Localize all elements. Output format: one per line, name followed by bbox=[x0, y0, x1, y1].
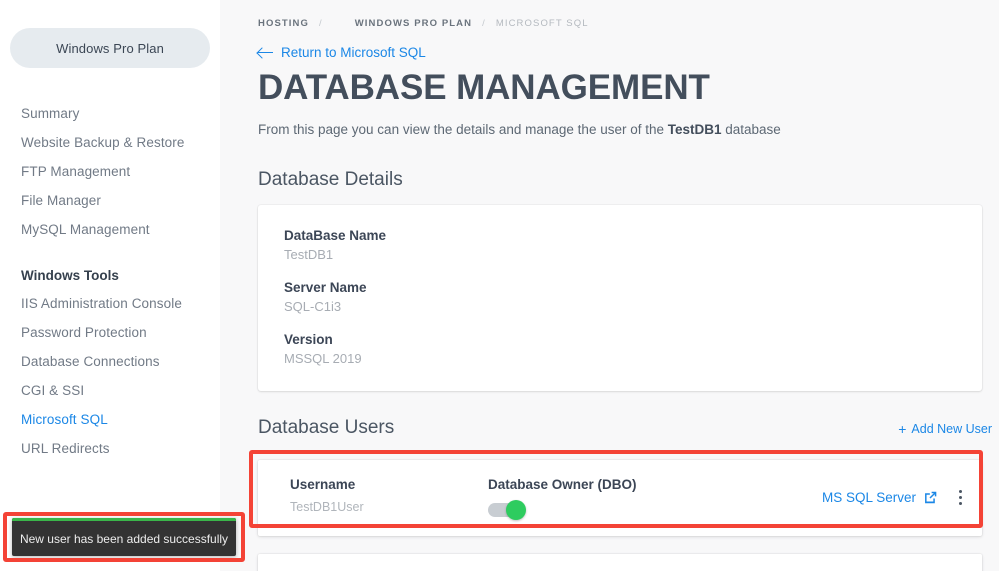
breadcrumb-item-microsoft-sql: MICROSOFT SQL bbox=[495, 18, 589, 29]
database-details-card: DataBase Name TestDB1 Server Name SQL-C1… bbox=[258, 204, 982, 391]
user-row-dbo-cell: Database Owner (DBO) bbox=[488, 476, 738, 521]
plus-icon: + bbox=[898, 420, 907, 437]
page-description-prefix: From this page you can view the details … bbox=[258, 122, 668, 138]
database-users-heading: Database Users bbox=[258, 416, 395, 438]
sidebar-item-label: Microsoft SQL bbox=[21, 412, 108, 427]
sidebar-group-windows-tools: Windows Tools bbox=[0, 261, 220, 289]
sidebar-nav: Summary Website Backup & Restore FTP Man… bbox=[0, 99, 220, 463]
user-row-actions: MS SQL Server bbox=[822, 460, 982, 536]
detail-value: TestDB1 bbox=[284, 246, 334, 262]
sidebar-item-label: URL Redirects bbox=[21, 441, 110, 456]
app-root: Windows Pro Plan Summary Website Backup … bbox=[0, 0, 999, 571]
sidebar-group-label: Windows Tools bbox=[21, 267, 119, 283]
sidebar-item-summary[interactable]: Summary bbox=[0, 99, 220, 128]
dbo-toggle-knob bbox=[506, 500, 526, 521]
detail-label: Version bbox=[284, 331, 333, 347]
breadcrumb-item-windows-pro-plan[interactable]: WINDOWS PRO PLAN bbox=[355, 18, 472, 29]
external-link-icon bbox=[925, 491, 937, 504]
breadcrumb-separator: / bbox=[318, 18, 323, 29]
dbo-column-header: Database Owner (DBO) bbox=[488, 476, 637, 492]
sidebar-item-label: MySQL Management bbox=[21, 222, 150, 237]
detail-value: SQL-C1i3 bbox=[284, 298, 342, 314]
table-row[interactable]: Username Database Owner (DBO) bbox=[258, 553, 982, 571]
page-description-dbname: TestDB1 bbox=[667, 122, 722, 138]
plan-selector-button[interactable]: Windows Pro Plan bbox=[10, 28, 210, 68]
toast-notification: New user has been added successfully bbox=[12, 518, 236, 556]
database-details-heading: Database Details bbox=[258, 168, 403, 190]
kebab-menu-icon[interactable] bbox=[952, 487, 968, 509]
return-link-label: Return to Microsoft SQL bbox=[281, 45, 426, 60]
sidebar-item-label: CGI & SSI bbox=[21, 383, 85, 398]
breadcrumb-item-hosting[interactable]: HOSTING bbox=[258, 18, 309, 29]
sidebar-item-url-redirects[interactable]: URL Redirects bbox=[0, 434, 220, 463]
detail-row-version: Version MSSQL 2019 bbox=[284, 331, 982, 369]
ms-sql-server-link[interactable]: MS SQL Server bbox=[822, 490, 938, 505]
user-row-actions bbox=[916, 554, 982, 571]
table-row[interactable]: Username TestDB1User Database Owner (DBO… bbox=[258, 459, 982, 536]
return-to-microsoft-sql-link[interactable]: Return to Microsoft SQL bbox=[258, 45, 426, 60]
sidebar-item-file-manager[interactable]: File Manager bbox=[0, 186, 220, 215]
sidebar-item-iis-administration-console[interactable]: IIS Administration Console bbox=[0, 289, 220, 318]
detail-label: Server Name bbox=[284, 279, 367, 295]
detail-row-server-name: Server Name SQL-C1i3 bbox=[284, 279, 982, 317]
page-title: DATABASE MANAGEMENT bbox=[258, 68, 710, 107]
sidebar-item-database-connections[interactable]: Database Connections bbox=[0, 347, 220, 376]
sidebar-item-label: Password Protection bbox=[21, 325, 147, 340]
add-new-user-button[interactable]: + Add New User bbox=[898, 422, 992, 439]
dbo-toggle[interactable] bbox=[488, 500, 526, 521]
sidebar: Windows Pro Plan Summary Website Backup … bbox=[0, 0, 220, 571]
username-value: TestDB1User bbox=[290, 500, 364, 515]
sidebar-item-label: FTP Management bbox=[21, 164, 131, 179]
database-users-header: Database Users + Add New User bbox=[258, 417, 992, 439]
sidebar-item-label: Summary bbox=[21, 106, 80, 121]
sidebar-item-ftp-management[interactable]: FTP Management bbox=[0, 157, 220, 186]
breadcrumb: HOSTING / WINDOWS PRO PLAN / MICROSOFT S… bbox=[258, 0, 981, 34]
username-column-header: Username bbox=[290, 476, 356, 492]
sidebar-item-label: Database Connections bbox=[21, 354, 160, 369]
sidebar-item-label: IIS Administration Console bbox=[21, 296, 182, 311]
sidebar-item-label: File Manager bbox=[21, 193, 101, 208]
user-row-username-cell: Username TestDB1User bbox=[258, 476, 488, 515]
detail-value: MSSQL 2019 bbox=[284, 350, 362, 366]
plan-selector-label: Windows Pro Plan bbox=[56, 40, 164, 56]
detail-row-database-name: DataBase Name TestDB1 bbox=[284, 227, 982, 265]
add-new-user-label: Add New User bbox=[911, 421, 992, 436]
detail-label: DataBase Name bbox=[284, 227, 387, 243]
sidebar-item-website-backup-restore[interactable]: Website Backup & Restore bbox=[0, 128, 220, 157]
arrow-left-icon bbox=[258, 47, 273, 59]
sidebar-item-mysql-management[interactable]: MySQL Management bbox=[0, 215, 220, 244]
breadcrumb-separator: / bbox=[482, 18, 486, 29]
toast-message: New user has been added successfully bbox=[19, 531, 229, 546]
sidebar-item-label: Website Backup & Restore bbox=[21, 135, 185, 150]
sidebar-item-microsoft-sql[interactable]: Microsoft SQL bbox=[0, 405, 220, 434]
ms-sql-server-link-label: MS SQL Server bbox=[821, 490, 916, 506]
page-description: From this page you can view the details … bbox=[258, 120, 788, 141]
sidebar-item-cgi-ssi[interactable]: CGI & SSI bbox=[0, 376, 220, 405]
main-content: HOSTING / WINDOWS PRO PLAN / MICROSOFT S… bbox=[220, 0, 999, 571]
sidebar-item-password-protection[interactable]: Password Protection bbox=[0, 318, 220, 347]
page-description-suffix: database bbox=[721, 122, 781, 138]
toast-accent-bar bbox=[12, 518, 236, 521]
